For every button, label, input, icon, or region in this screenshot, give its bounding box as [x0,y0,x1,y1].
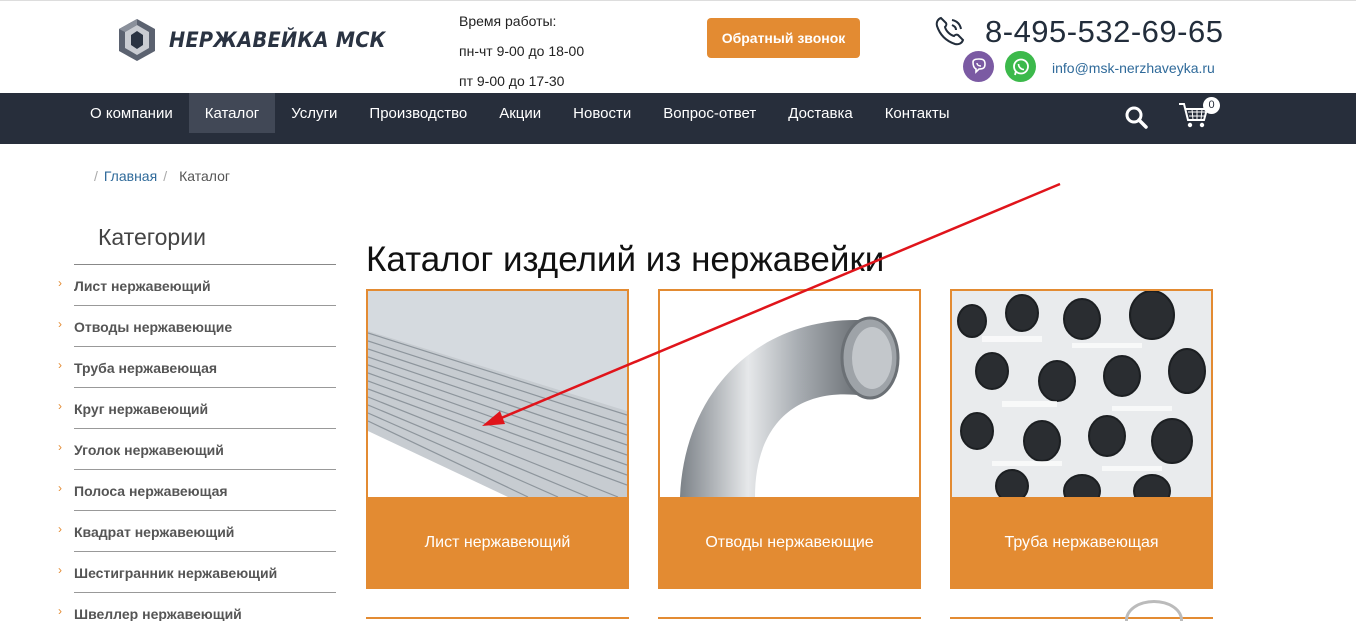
chevron-right-icon: › [58,604,62,618]
category-label: Отводы нержавеющие [74,318,233,335]
chevron-up-icon: ︿ [1146,609,1162,621]
elbow-image [660,291,919,497]
top-border [0,0,1356,3]
card-caption: Труба нержавеющая [952,497,1211,587]
chevron-right-icon: › [58,481,62,495]
hours-title: Время работы: [459,13,557,29]
catalog-card-sheet[interactable]: Лист нержавеющий [366,289,629,589]
chevron-right-icon: › [58,563,62,577]
breadcrumb-home[interactable]: Главная [104,168,157,184]
chevron-right-icon: › [58,276,62,290]
category-item[interactable]: › Шестигранник нержавеющий [56,552,336,593]
category-item[interactable]: › Уголок нержавеющий [56,429,336,470]
category-label: Шестигранник нержавеющий [74,564,278,581]
card-caption: Отводы нержавеющие [660,497,919,587]
category-item[interactable]: › Квадрат нержавеющий [56,511,336,552]
main-nav: О компании Каталог Услуги Производство А… [0,93,1356,144]
search-icon[interactable] [1124,105,1148,129]
chevron-right-icon: › [58,317,62,331]
breadcrumb-separator: / [163,168,168,184]
cart-count-badge: 0 [1203,97,1220,114]
category-label: Квадрат нержавеющий [74,523,235,540]
hours-friday: пт 9-00 до 17-30 [459,73,565,89]
nav-item-promotions[interactable]: Акции [483,93,557,133]
categories-title: Категории [98,224,206,250]
email-link[interactable]: info@msk-nerzhaveyka.ru [1052,60,1215,76]
nav-item-delivery[interactable]: Доставка [772,93,868,133]
viber-icon[interactable] [963,51,994,82]
category-label: Швеллер нержавеющий [74,605,242,621]
catalog-card-elbows[interactable]: Отводы нержавеющие [658,289,921,589]
whatsapp-icon[interactable] [1005,51,1036,82]
category-item[interactable]: › Отводы нержавеющие [56,306,336,347]
catalog-card-partial[interactable] [366,617,629,621]
callback-button[interactable]: Обратный звонок [707,18,860,58]
logo-text: НЕРЖАВЕЙКА МСК [169,28,386,52]
page-title: Каталог изделий из нержавейки [366,240,885,279]
nav-item-faq[interactable]: Вопрос-ответ [647,93,772,133]
scroll-to-top-button[interactable]: ︿ [1125,600,1183,621]
nav-item-about[interactable]: О компании [74,93,189,133]
phone-icon [935,16,965,46]
chevron-right-icon: › [58,440,62,454]
breadcrumb-current: Каталог [179,168,230,184]
category-item[interactable]: › Круг нержавеющий [56,388,336,429]
catalog-card-pipes[interactable]: Труба нержавеющая [950,289,1213,589]
breadcrumb-separator: / [94,168,98,184]
category-label: Круг нержавеющий [74,400,209,417]
working-hours: Время работы: пн-чт 9-00 до 18-00 пт 9-0… [459,6,584,96]
card-caption: Лист нержавеющий [368,497,627,587]
nav-item-news[interactable]: Новости [557,93,647,133]
logo-icon [119,19,155,61]
pipes-image [952,291,1211,497]
nav-item-catalog[interactable]: Каталог [188,93,276,133]
category-item[interactable]: › Полоса нержавеющая [56,470,336,511]
category-label: Полоса нержавеющая [74,482,228,499]
chevron-right-icon: › [58,522,62,536]
category-item[interactable]: › Труба нержавеющая [56,347,336,388]
nav-item-production[interactable]: Производство [353,93,483,133]
category-label: Уголок нержавеющий [74,441,224,458]
chevron-right-icon: › [58,358,62,372]
chevron-right-icon: › [58,399,62,413]
category-item[interactable]: › Лист нержавеющий [56,265,336,306]
category-label: Лист нержавеющий [74,277,211,294]
nav-item-services[interactable]: Услуги [275,93,353,133]
page: НЕРЖАВЕЙКА МСК Время работы: пн-чт 9-00 … [0,0,1356,621]
logo[interactable]: НЕРЖАВЕЙКА МСК [115,16,405,64]
nav-item-contacts[interactable]: Контакты [869,93,966,133]
category-item[interactable]: › Швеллер нержавеющий [56,593,336,621]
sheet-image [368,291,627,497]
catalog-card-partial[interactable] [658,617,921,621]
categories-list: › Лист нержавеющий › Отводы нержавеющие › Т… [56,265,336,621]
hours-weekdays: пн-чт 9-00 до 18-00 [459,43,585,59]
phone-number[interactable]: 8-495-532-69-65 [985,14,1223,50]
breadcrumb: / Главная / Каталог [94,168,230,184]
category-label: Труба нержавеющая [74,359,218,376]
